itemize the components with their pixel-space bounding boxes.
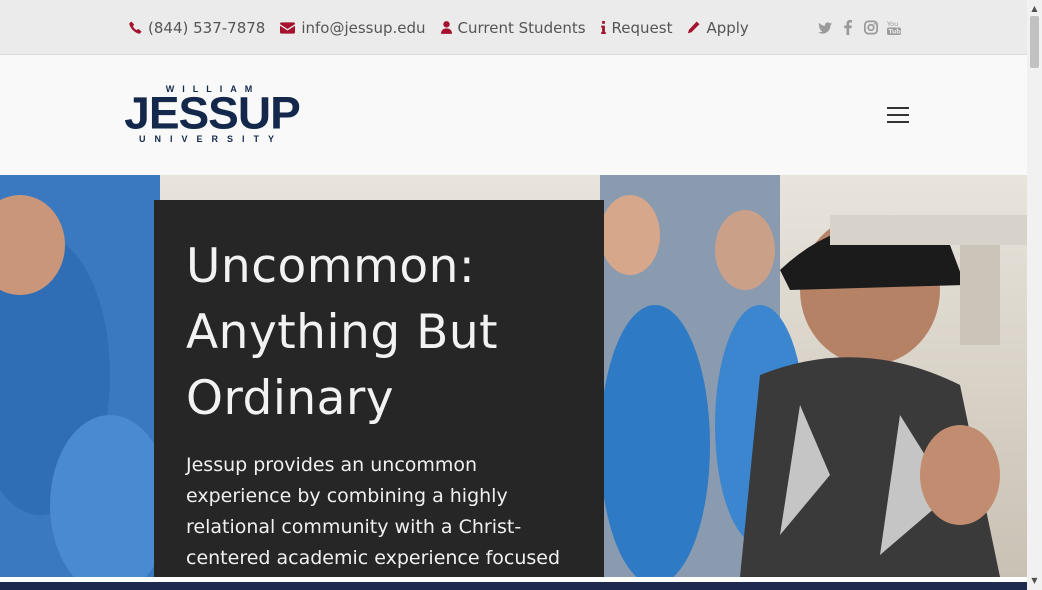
envelope-icon	[280, 21, 296, 34]
svg-text:You: You	[887, 20, 898, 28]
current-students-label: Current Students	[457, 18, 586, 37]
scroll-thumb[interactable]	[1030, 16, 1039, 68]
email-address: info@jessup.edu	[301, 18, 426, 37]
scroll-down-arrow-icon[interactable]: ▼	[1027, 574, 1042, 588]
request-info-link[interactable]: Request	[600, 18, 673, 37]
youtube-icon[interactable]: YouTube	[887, 20, 901, 36]
logo-bottom-text: UNIVERSITY	[138, 134, 283, 144]
request-label: Request	[611, 18, 673, 37]
hero-title-line: Anything But	[186, 305, 499, 360]
instagram-icon[interactable]	[864, 20, 878, 36]
current-students-link[interactable]: Current Students	[440, 18, 586, 37]
apply-label: Apply	[706, 18, 749, 37]
phone-icon	[129, 21, 142, 34]
apply-link[interactable]: Apply	[687, 18, 749, 37]
university-logo[interactable]: WILLIAM JESSUP UNIVERSITY	[117, 84, 307, 146]
social-links: YouTube	[818, 0, 901, 55]
hero-description: Jessup provides an uncommon experience b…	[186, 454, 561, 569]
facebook-icon[interactable]	[841, 20, 855, 36]
hamburger-menu-icon[interactable]	[887, 107, 909, 123]
email-link[interactable]: info@jessup.edu	[280, 18, 426, 37]
pencil-icon	[687, 21, 700, 34]
contact-links: (844) 537-7878 info@jessup.edu Current S…	[129, 0, 749, 55]
info-icon	[600, 21, 606, 34]
hero-content-card: Uncommon: Anything But Ordinary Jessup p…	[154, 200, 604, 577]
bottom-strip	[0, 577, 1027, 590]
user-icon	[440, 21, 452, 34]
twitter-icon[interactable]	[818, 20, 832, 36]
site-header: WILLIAM JESSUP UNIVERSITY	[0, 55, 1027, 175]
page-scrollbar[interactable]: ▲ ▼	[1027, 0, 1042, 590]
hero-title-line: Uncommon:	[186, 239, 476, 294]
logo-main-text: JESSUP	[124, 87, 301, 139]
scroll-up-arrow-icon[interactable]: ▲	[1027, 2, 1042, 16]
hero-title: Uncommon: Anything But Ordinary	[186, 234, 572, 432]
svg-text:Tube: Tube	[888, 29, 901, 36]
utility-bar: (844) 537-7878 info@jessup.edu Current S…	[0, 0, 1027, 55]
phone-link[interactable]: (844) 537-7878	[129, 19, 265, 37]
hero-banner: Uncommon: Anything But Ordinary Jessup p…	[0, 175, 1027, 577]
hero-title-line: Ordinary	[186, 371, 395, 426]
phone-number: (844) 537-7878	[148, 18, 266, 37]
footer-bar-edge	[0, 582, 1027, 590]
